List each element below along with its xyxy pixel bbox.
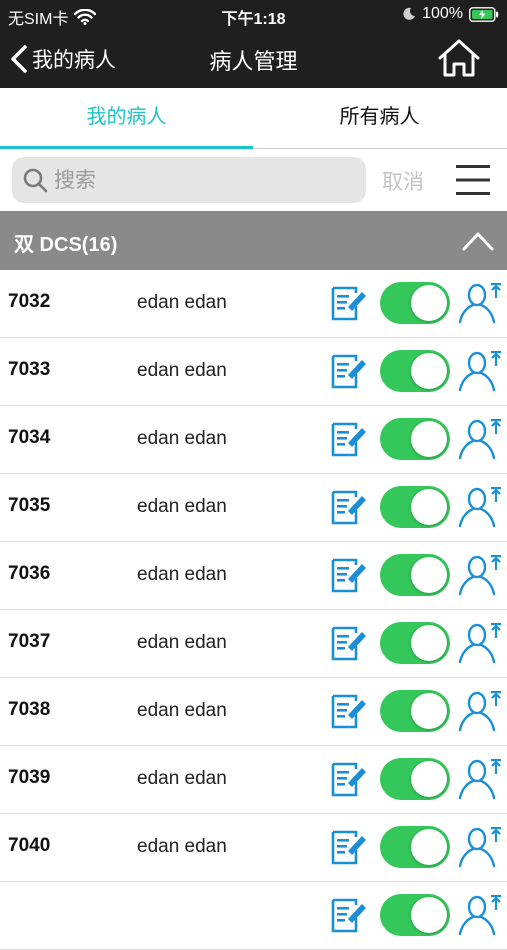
patient-id: 7039: [8, 767, 51, 788]
patient-row[interactable]: 7032 edan edan: [0, 270, 507, 338]
search-icon: [23, 168, 48, 193]
patient-toggle[interactable]: [380, 622, 450, 664]
patient-id: 7038: [8, 699, 51, 720]
toggle-knob: [411, 353, 447, 389]
toggle-knob: [411, 761, 447, 797]
patient-id: 7036: [8, 563, 51, 584]
user-upload-icon[interactable]: [458, 894, 502, 936]
patient-toggle[interactable]: [380, 554, 450, 596]
patient-name: edan edan: [137, 496, 227, 517]
patient-row[interactable]: 7040 edan edan: [0, 814, 507, 882]
patient-name: edan edan: [137, 700, 227, 721]
toggle-knob: [411, 557, 447, 593]
patient-name: edan edan: [137, 564, 227, 585]
patient-name: edan edan: [137, 836, 227, 857]
patient-toggle[interactable]: [380, 282, 450, 324]
toggle-knob: [411, 897, 447, 933]
edit-icon[interactable]: [330, 420, 368, 458]
edit-icon[interactable]: [330, 692, 368, 730]
user-upload-icon[interactable]: [458, 282, 502, 324]
patient-row[interactable]: [0, 882, 507, 950]
patient-row[interactable]: 7037 edan edan: [0, 610, 507, 678]
edit-icon[interactable]: [330, 488, 368, 526]
edit-icon[interactable]: [330, 352, 368, 390]
patient-row[interactable]: 7033 edan edan: [0, 338, 507, 406]
patient-toggle[interactable]: [380, 826, 450, 868]
user-upload-icon[interactable]: [458, 418, 502, 460]
edit-icon[interactable]: [330, 760, 368, 798]
search-bar: 取消: [0, 149, 507, 211]
toggle-knob: [411, 285, 447, 321]
group-header[interactable]: 双 DCS(16): [0, 211, 507, 270]
battery-charging-icon: [469, 6, 499, 22]
patient-id: 7034: [8, 427, 51, 448]
patient-id: 7033: [8, 359, 51, 380]
battery-percent: 100%: [422, 5, 463, 22]
search-field[interactable]: [12, 157, 366, 203]
patient-id: 7040: [8, 835, 51, 856]
user-upload-icon[interactable]: [458, 554, 502, 596]
toggle-knob: [411, 489, 447, 525]
patient-name: edan edan: [137, 292, 227, 313]
patient-name: edan edan: [137, 768, 227, 789]
cancel-button[interactable]: 取消: [382, 166, 424, 196]
patient-toggle[interactable]: [380, 894, 450, 936]
patient-list: 7032 edan edan 7033 edan edan 7034 edan …: [0, 270, 507, 950]
toggle-knob: [411, 421, 447, 457]
patient-name: edan edan: [137, 428, 227, 449]
patient-row[interactable]: 7036 edan edan: [0, 542, 507, 610]
edit-icon[interactable]: [330, 624, 368, 662]
patient-id: 7035: [8, 495, 51, 516]
group-title: 双 DCS(16): [14, 234, 118, 256]
user-upload-icon[interactable]: [458, 758, 502, 800]
edit-icon[interactable]: [330, 284, 368, 322]
user-upload-icon[interactable]: [458, 350, 502, 392]
page-title: 病人管理: [209, 49, 298, 74]
patient-toggle[interactable]: [380, 690, 450, 732]
tab-my-patients[interactable]: 我的病人: [0, 88, 253, 146]
patient-toggle[interactable]: [380, 758, 450, 800]
status-right: 100%: [402, 5, 499, 23]
user-upload-icon[interactable]: [458, 486, 502, 528]
patient-name: edan edan: [137, 360, 227, 381]
edit-icon[interactable]: [330, 896, 368, 934]
toggle-knob: [411, 829, 447, 865]
search-input[interactable]: [52, 163, 356, 199]
patient-toggle[interactable]: [380, 418, 450, 460]
patient-name: edan edan: [137, 632, 227, 653]
moon-icon: [403, 7, 416, 20]
toggle-knob: [411, 625, 447, 661]
user-upload-icon[interactable]: [458, 690, 502, 732]
patient-row[interactable]: 7035 edan edan: [0, 474, 507, 542]
patient-toggle[interactable]: [380, 486, 450, 528]
patient-toggle[interactable]: [380, 350, 450, 392]
edit-icon[interactable]: [330, 828, 368, 866]
patient-row[interactable]: 7034 edan edan: [0, 406, 507, 474]
patient-id: 7032: [8, 291, 51, 312]
status-bar: 无SIM卡 下午1:18 100%: [0, 0, 507, 30]
chevron-up-icon[interactable]: [461, 227, 495, 253]
user-upload-icon[interactable]: [458, 826, 502, 868]
patient-tabs: 我的病人 所有病人: [0, 88, 507, 149]
patient-row[interactable]: 7039 edan edan: [0, 746, 507, 814]
home-icon[interactable]: [437, 38, 481, 78]
menu-icon[interactable]: [456, 162, 490, 198]
user-upload-icon[interactable]: [458, 622, 502, 664]
toggle-knob: [411, 693, 447, 729]
navigation-bar: 我的病人 病人管理: [0, 30, 507, 88]
patient-id: 7037: [8, 631, 51, 652]
patient-row[interactable]: 7038 edan edan: [0, 678, 507, 746]
edit-icon[interactable]: [330, 556, 368, 594]
tab-all-patients[interactable]: 所有病人: [253, 88, 506, 146]
